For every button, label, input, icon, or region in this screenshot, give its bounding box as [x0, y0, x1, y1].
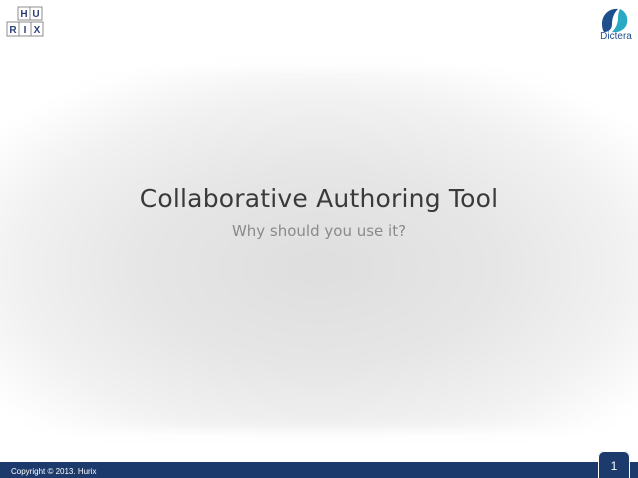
slide-subtitle: Why should you use it? — [231, 222, 407, 240]
dictera-logo-text: Dictera — [600, 31, 632, 42]
hurix-letter: H — [20, 9, 27, 20]
hurix-letter: R — [9, 25, 17, 36]
copyright-text: Copyright © 2013. Hurix — [11, 467, 97, 476]
slide-title: Collaborative Authoring Tool — [139, 184, 499, 213]
hurix-letter: X — [34, 25, 41, 36]
page-number: 1 — [610, 459, 618, 473]
hurix-logo: H U R I X — [6, 6, 44, 37]
hurix-letter: U — [32, 9, 39, 20]
background-glow — [0, 70, 638, 430]
hurix-letter: I — [24, 25, 27, 36]
slide: H U R I X Dictera Collaborative Authorin… — [0, 0, 638, 478]
